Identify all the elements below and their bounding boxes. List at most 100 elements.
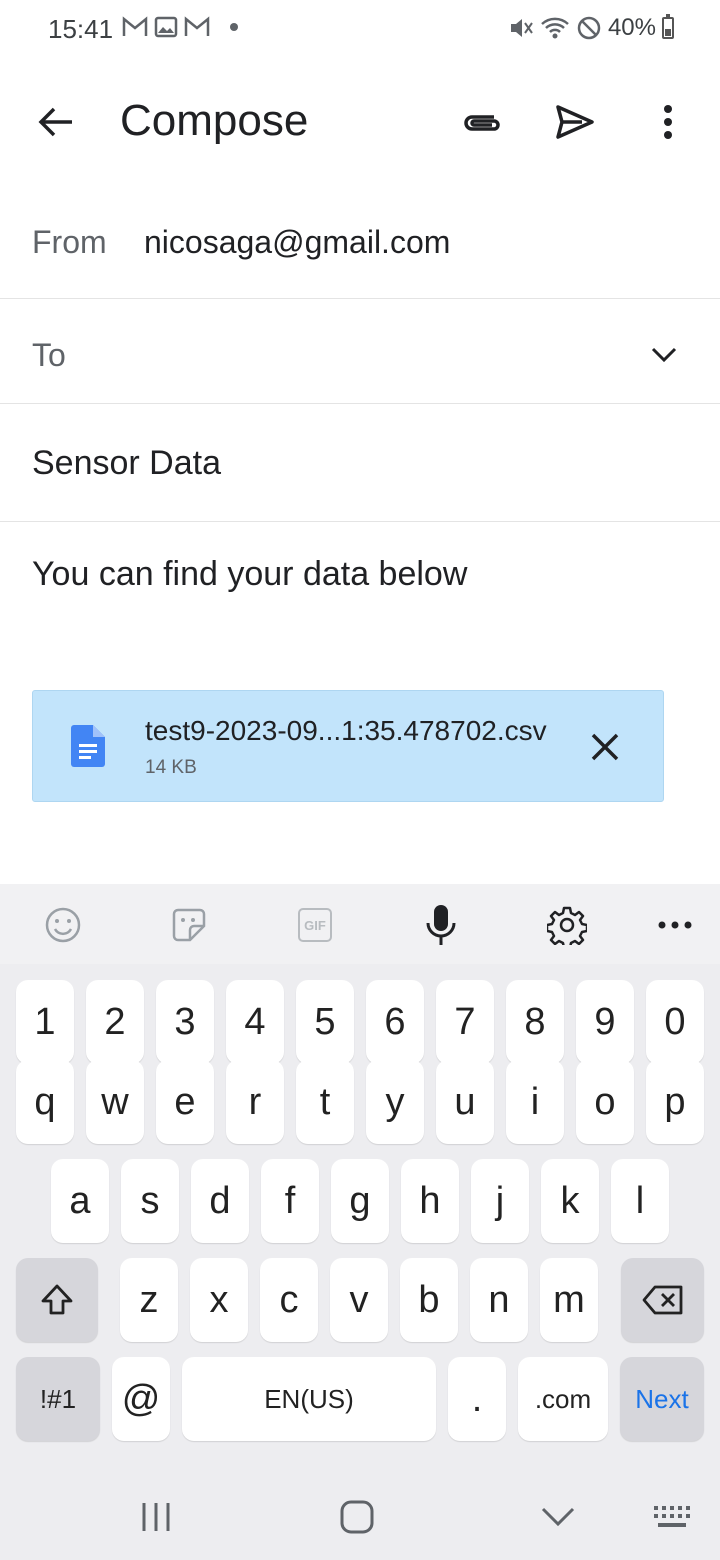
attachment-chip[interactable]: test9-2023-09...1:35.478702.csv 14 KB — [32, 690, 664, 802]
from-label: From — [32, 224, 107, 260]
key-digit-3[interactable]: 3 — [156, 980, 214, 1064]
from-row[interactable]: From nicosaga@gmail.com — [0, 182, 720, 299]
status-time: 15:41 — [48, 14, 114, 44]
hide-keyboard-button[interactable] — [528, 1492, 588, 1542]
symbols-key[interactable]: !#1 — [16, 1357, 100, 1441]
key-t[interactable]: t — [296, 1060, 354, 1144]
key-z[interactable]: z — [120, 1258, 178, 1342]
keyboard-icon — [654, 1506, 690, 1527]
battery-icon — [662, 14, 674, 39]
backspace-icon — [642, 1285, 682, 1315]
key-w[interactable]: w — [86, 1060, 144, 1144]
attachment-name: test9-2023-09...1:35.478702.csv — [145, 715, 547, 746]
key-n[interactable]: n — [470, 1258, 528, 1342]
key-digit-8[interactable]: 8 — [506, 980, 564, 1064]
send-button[interactable] — [549, 96, 601, 148]
document-icon — [71, 725, 105, 767]
key-digit-1[interactable]: 1 — [16, 980, 74, 1064]
subject-row[interactable]: Sensor Data — [0, 404, 720, 522]
back-arrow-icon — [38, 107, 72, 137]
key-g[interactable]: g — [331, 1159, 389, 1243]
keyboard-toolbar: GIF — [0, 884, 720, 964]
key-k[interactable]: k — [541, 1159, 599, 1243]
more-horiz-icon — [658, 921, 692, 929]
more-notifications-dot-icon — [230, 23, 238, 31]
attachment-size: 14 KB — [145, 757, 197, 778]
chevron-down-icon — [541, 1507, 575, 1527]
key-e[interactable]: e — [156, 1060, 214, 1144]
subject-input[interactable]: Sensor Data — [32, 444, 221, 483]
more-options-button[interactable] — [642, 96, 694, 148]
keyboard-switch-button[interactable] — [642, 1492, 702, 1542]
image-notification-icon — [154, 16, 178, 38]
remove-attachment-button[interactable] — [583, 725, 627, 769]
gear-icon — [547, 906, 587, 945]
key-digit-4[interactable]: 4 — [226, 980, 284, 1064]
key-b[interactable]: b — [400, 1258, 458, 1342]
notification-icons — [122, 16, 238, 38]
key-r[interactable]: r — [226, 1060, 284, 1144]
key-u[interactable]: u — [436, 1060, 494, 1144]
from-value: nicosaga@gmail.com — [144, 224, 451, 260]
recent-apps-button[interactable] — [126, 1492, 186, 1542]
key-m[interactable]: m — [540, 1258, 598, 1342]
key-digit-9[interactable]: 9 — [576, 980, 634, 1064]
keyboard-settings-button[interactable] — [542, 900, 592, 950]
sticker-button[interactable] — [164, 900, 214, 950]
key-y[interactable]: y — [366, 1060, 424, 1144]
key-h[interactable]: h — [401, 1159, 459, 1243]
key-p[interactable]: p — [646, 1060, 704, 1144]
key-digit-7[interactable]: 7 — [436, 980, 494, 1064]
emoji-button[interactable] — [38, 900, 88, 950]
shift-key[interactable] — [16, 1258, 98, 1342]
period-key[interactable]: . — [448, 1357, 506, 1441]
attach-button[interactable] — [454, 96, 506, 148]
navigation-bar — [0, 1472, 720, 1560]
key-x[interactable]: x — [190, 1258, 248, 1342]
gif-button[interactable]: GIF — [290, 900, 340, 950]
key-c[interactable]: c — [260, 1258, 318, 1342]
key-l[interactable]: l — [611, 1159, 669, 1243]
emoji-icon — [45, 907, 81, 943]
gmail-notification-icon — [122, 16, 148, 36]
key-s[interactable]: s — [121, 1159, 179, 1243]
key-q[interactable]: q — [16, 1060, 74, 1144]
backspace-key[interactable] — [621, 1258, 704, 1342]
key-digit-6[interactable]: 6 — [366, 980, 424, 1064]
key-j[interactable]: j — [471, 1159, 529, 1243]
to-row[interactable]: To — [0, 299, 720, 404]
key-v[interactable]: v — [330, 1258, 388, 1342]
home-icon — [340, 1500, 374, 1534]
wifi-icon — [541, 17, 569, 39]
to-label: To — [32, 337, 66, 373]
key-digit-0[interactable]: 0 — [646, 980, 704, 1064]
keyboard: GIF 1234567890 qwertyuiop asdfghjkl zxcvbnm… — [0, 884, 720, 1560]
more-toolbar-button[interactable] — [650, 900, 700, 950]
key-digit-2[interactable]: 2 — [86, 980, 144, 1064]
shift-icon — [41, 1284, 73, 1315]
key-f[interactable]: f — [261, 1159, 319, 1243]
key-digit-5[interactable]: 5 — [296, 980, 354, 1064]
back-button[interactable] — [30, 96, 82, 148]
page-title: Compose — [120, 96, 309, 145]
battery-percent: 40% — [607, 14, 656, 41]
body-text[interactable]: You can find your data below — [32, 555, 467, 594]
key-i[interactable]: i — [506, 1060, 564, 1144]
expand-recipients-button[interactable] — [648, 339, 680, 371]
key-d[interactable]: d — [191, 1159, 249, 1243]
status-bar: 15:41 40% — [0, 0, 720, 60]
send-icon — [556, 105, 594, 139]
key-o[interactable]: o — [576, 1060, 634, 1144]
key-a[interactable]: a — [51, 1159, 109, 1243]
sticker-icon — [172, 908, 206, 942]
space-key[interactable]: EN(US) — [182, 1357, 436, 1441]
next-key[interactable]: Next — [620, 1357, 704, 1441]
home-button[interactable] — [327, 1492, 387, 1542]
at-key[interactable]: @ — [112, 1357, 170, 1441]
voice-input-button[interactable] — [416, 900, 466, 950]
microphone-icon — [426, 905, 456, 945]
dot-com-key[interactable]: .com — [518, 1357, 608, 1441]
close-icon — [591, 733, 619, 761]
gif-icon: GIF — [298, 908, 332, 942]
recent-apps-icon — [142, 1503, 170, 1531]
